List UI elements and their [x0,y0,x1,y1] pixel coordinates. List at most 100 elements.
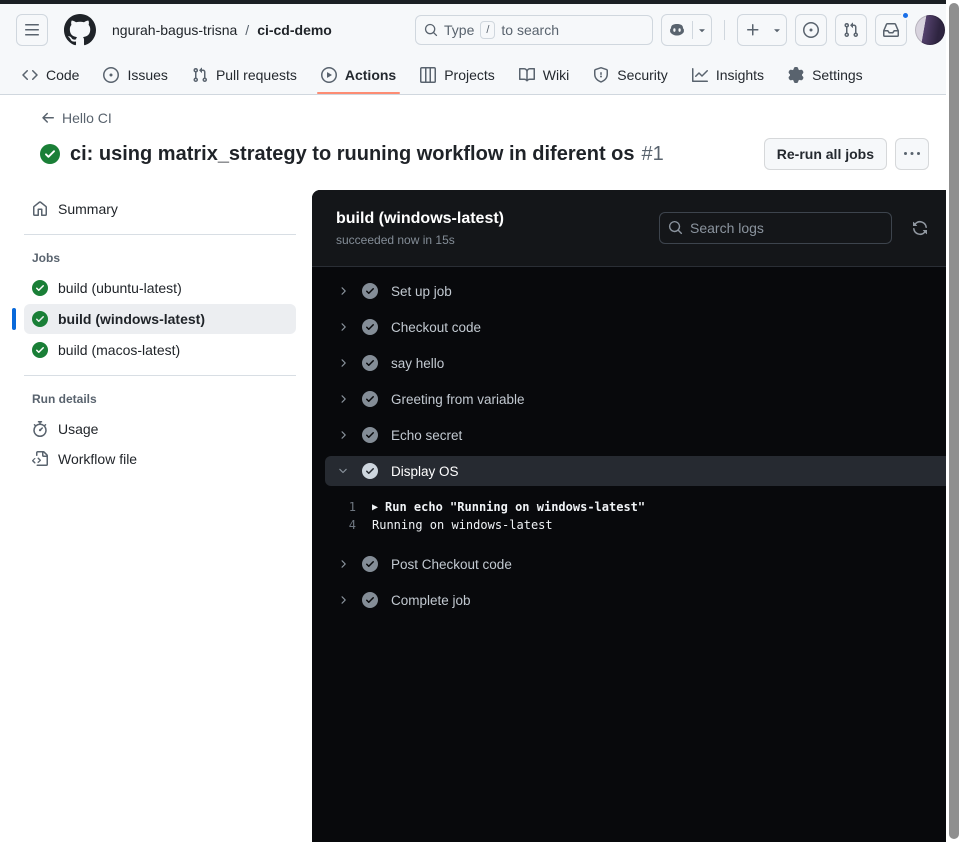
tab-security[interactable]: Security [583,56,678,94]
projects-table-icon [420,67,437,83]
breadcrumb-repo[interactable]: ci-cd-demo [257,22,332,38]
run-sidebar: Summary Jobs build (ubuntu-latest) build… [12,194,296,474]
sidebar-job-macos[interactable]: build (macos-latest) [24,335,296,365]
chevron-right-icon [341,596,346,604]
slash-key-hint: / [480,21,496,39]
pull-requests-header-button[interactable] [835,14,867,46]
step-checkout-code[interactable]: Checkout code [312,309,946,345]
home-icon [33,201,47,216]
inbox-icon [883,23,899,37]
git-pull-request-icon [193,67,207,83]
run-options-kebab-button[interactable] [895,138,929,170]
chevron-right-icon [341,287,346,295]
breadcrumb-separator: / [245,22,250,38]
sidebar-job-windows[interactable]: build (windows-latest) [12,304,296,334]
tab-wiki[interactable]: Wiki [509,56,579,94]
page-scrollbar-thumb[interactable] [949,3,959,839]
tab-label: Pull requests [215,67,297,83]
kebab-horizontal-icon [904,152,920,155]
tab-insights[interactable]: Insights [682,56,774,94]
usage-label: Usage [58,421,99,437]
step-say-hello[interactable]: say hello [312,345,946,381]
issues-header-button[interactable] [795,14,827,46]
jobs-heading: Jobs [32,251,61,265]
github-mark-icon [64,14,96,46]
breadcrumb-owner[interactable]: ngurah-bagus-trisna [112,22,237,38]
tab-issues[interactable]: Issues [93,56,177,94]
log-line: 4 Running on windows-latest [312,516,946,534]
tab-actions[interactable]: Actions [311,56,406,94]
refresh-logs-button[interactable] [908,216,932,240]
search-logs-input[interactable] [659,212,892,244]
chevron-right-icon [341,359,346,367]
sidebar-item-usage[interactable]: Usage [24,414,296,444]
book-icon [518,67,535,82]
step-label: Complete job [391,592,471,608]
chevron-right-icon [341,560,346,568]
github-actions-run-page: ngurah-bagus-trisna / ci-cd-demo Type / … [0,0,961,842]
step-display-os[interactable]: Display OS [325,456,946,486]
create-new-dropdown-button[interactable] [768,15,786,45]
copilot-button[interactable] [662,15,692,45]
check-circle-icon [362,283,378,299]
copilot-dropdown-button[interactable] [693,15,711,45]
tab-label: Security [617,67,668,83]
repo-nav-tabs: Code Issues Pull requests Actions Projec… [0,56,961,95]
breadcrumb: ngurah-bagus-trisna / ci-cd-demo [112,22,332,38]
run-marker-icon: ▶ [372,501,379,513]
check-circle-icon [362,391,378,407]
tab-projects[interactable]: Projects [410,56,505,94]
file-code-icon [32,451,48,466]
log-steps-list: Set up job Checkout code say hello Greet… [312,267,946,618]
plus-icon [747,24,759,36]
inbox-wrap [875,11,910,46]
global-search-input[interactable]: Type / to search [415,15,653,45]
chevron-right-icon [341,431,346,439]
check-circle-icon [362,427,378,443]
back-to-workflow-link[interactable]: Hello CI [40,110,112,126]
step-greeting-from-variable[interactable]: Greeting from variable [312,381,946,417]
step-label: Set up job [391,283,452,299]
tab-code[interactable]: Code [12,56,89,94]
run-title: ci: using matrix_strategy to ruuning wor… [70,142,635,165]
tab-label: Issues [127,67,168,83]
tab-label: Insights [715,67,765,83]
step-complete-job[interactable]: Complete job [312,582,946,618]
shield-icon [594,67,609,83]
issue-opened-icon [103,67,120,83]
sidebar-divider [24,234,296,235]
github-logo[interactable] [64,14,96,46]
step-label: Greeting from variable [391,391,525,407]
tab-pull-requests[interactable]: Pull requests [182,56,307,94]
chevron-down-icon [339,468,347,474]
copilot-icon [670,24,684,36]
rerun-all-jobs-button[interactable]: Re-run all jobs [763,138,887,170]
user-avatar[interactable] [915,15,945,45]
sync-icon [913,221,927,235]
search-placeholder-prefix: Type [444,22,475,38]
hamburger-menu-button[interactable] [16,14,48,46]
tab-label: Actions [344,67,397,83]
step-log-output: 1 ▶ Run echo "Running on windows-latest"… [312,489,946,546]
log-title-block: build (windows-latest) succeeded now in … [336,210,504,247]
create-new-button[interactable] [738,15,768,45]
step-label: Post Checkout code [391,556,512,572]
check-circle-icon [362,319,378,335]
tab-settings[interactable]: Settings [778,56,873,94]
job-log-panel: build (windows-latest) succeeded now in … [312,190,946,842]
sidebar-job-ubuntu[interactable]: build (ubuntu-latest) [24,273,296,303]
step-post-checkout-code[interactable]: Post Checkout code [312,546,946,582]
sidebar-item-workflow-file[interactable]: Workflow file [24,444,296,474]
run-success-icon [40,144,60,164]
graph-icon [691,68,708,82]
check-circle-icon [362,463,378,479]
check-circle-icon [32,280,48,296]
step-set-up-job[interactable]: Set up job [312,273,946,309]
check-circle-icon [362,556,378,572]
step-label: Echo secret [391,427,463,443]
stopwatch-icon [33,421,47,437]
tab-label: Projects [444,67,495,83]
sidebar-item-summary[interactable]: Summary [24,194,296,224]
step-echo-secret[interactable]: Echo secret [312,417,946,453]
workflow-file-label: Workflow file [58,451,138,467]
